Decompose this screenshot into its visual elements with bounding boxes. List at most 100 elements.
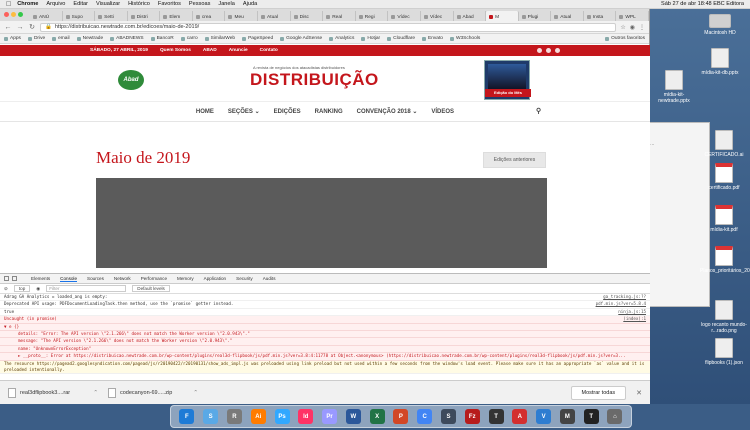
desktop-icon-file[interactable]: mídia-kit-db.pptx	[696, 48, 744, 76]
browser-tab[interactable]: WPL	[616, 11, 649, 21]
browser-tab[interactable]: Distri	[128, 11, 161, 21]
dock-app-premiere[interactable]: Pr	[322, 409, 338, 424]
devtools-tab[interactable]: Memory	[177, 276, 194, 281]
menu-item[interactable]: Pessoas	[189, 1, 210, 7]
bookmark-item[interactable]: W3Schools	[449, 36, 480, 41]
dock-app-powerpoint[interactable]: P	[393, 409, 409, 424]
dock-app-word[interactable]: W	[345, 409, 361, 424]
bookmark-item[interactable]: Newtrade	[76, 36, 103, 41]
nav-convencao[interactable]: CONVENÇÃO 2018 ⌄	[357, 108, 418, 115]
dock-app-excel[interactable]: X	[369, 409, 385, 424]
desktop-icon-file[interactable]: logo recanto mundo-r...rado.png	[700, 300, 748, 334]
address-bar[interactable]: 🔒 https://distribuicao.newtrade.com.br/e…	[40, 22, 617, 32]
previous-editions-button[interactable]: Edições anteriores	[483, 152, 546, 168]
browser-tab[interactable]: Elem	[160, 11, 193, 21]
bookmark-other[interactable]: Outros favoritos	[605, 36, 645, 41]
dock-app-illustrator[interactable]: Ai	[250, 409, 266, 424]
browser-tab[interactable]: Real	[323, 11, 356, 21]
dock-app-filezilla[interactable]: Fz	[464, 409, 480, 424]
bookmark-item[interactable]: PageSpeed	[242, 36, 273, 41]
site-logo[interactable]: DISTRIBUIÇÃO	[250, 70, 379, 90]
bookmark-item[interactable]: Apps	[4, 36, 21, 41]
menu-item[interactable]: Janela	[218, 1, 234, 7]
devtools-tab[interactable]: Elements	[31, 276, 50, 281]
bookmark-item[interactable]: carro	[180, 36, 198, 41]
nav-edicoes[interactable]: EDIÇÕES	[274, 109, 301, 115]
close-icon[interactable]: ✕	[636, 389, 642, 397]
browser-tab[interactable]: Regi	[356, 11, 389, 21]
browser-tab[interactable]: Disc	[291, 11, 324, 21]
console-error-proto[interactable]: ► __proto__: Error at https://distribuic…	[0, 353, 650, 361]
menu-item[interactable]: Ajuda	[243, 1, 257, 7]
apple-icon[interactable]: 	[6, 1, 11, 8]
forward-icon[interactable]: →	[16, 24, 24, 31]
search-icon[interactable]: ⚲	[536, 107, 541, 115]
log-source-link[interactable]: (index):1	[623, 316, 646, 322]
topbar-link[interactable]: ABAD	[203, 48, 217, 53]
menu-item[interactable]: Visualizar	[96, 1, 120, 7]
minimize-window-icon[interactable]	[11, 12, 16, 17]
download-item[interactable]: codecanyon-69.....zip ⌃	[108, 387, 198, 398]
menu-item[interactable]: Editar	[73, 1, 88, 7]
browser-tab-active[interactable]: M	[486, 11, 519, 21]
log-source-link[interactable]: ninja.js:15	[618, 309, 646, 315]
abad-logo[interactable]: Abad	[118, 70, 144, 90]
dock-app-photoshop[interactable]: Ps	[274, 409, 290, 424]
dock-app-trash[interactable]: ⌂	[607, 409, 623, 424]
bookmark-item[interactable]: Google AdSense	[280, 36, 322, 41]
console-error-object[interactable]: ▼ e {}	[0, 323, 650, 332]
dock-app[interactable]: S	[440, 409, 456, 424]
dock-app[interactable]: S	[203, 409, 219, 424]
browser-tab[interactable]: Setti	[95, 11, 128, 21]
download-item[interactable]: real3dflipbook3....rar ⌃	[8, 387, 98, 398]
console-filter-input[interactable]: Filter	[46, 285, 127, 292]
log-source-link[interactable]: pdf.min.js?ver=5.8.4	[596, 301, 646, 307]
topbar-link[interactable]: Anuncie	[229, 48, 248, 53]
browser-tab[interactable]: Plugi	[519, 11, 552, 21]
bookmark-item[interactable]: ABADNEWS	[110, 36, 144, 41]
bookmark-item[interactable]: Cloudflare	[387, 36, 415, 41]
devtools-tab[interactable]: Network	[114, 276, 131, 281]
chevron-up-icon[interactable]: ⌃	[93, 390, 98, 396]
browser-tab[interactable]: Meu	[225, 11, 259, 21]
dock-app[interactable]: R	[226, 409, 242, 424]
menu-item[interactable]: Favoritos	[158, 1, 181, 7]
log-levels-select[interactable]: Default levels	[132, 285, 170, 292]
dock-app-acrobat[interactable]: A	[512, 409, 528, 424]
browser-tab[interactable]: Atual	[551, 11, 584, 21]
topbar-link[interactable]: Quem Somos	[160, 48, 191, 53]
browser-tab[interactable]: crea	[193, 11, 226, 21]
nav-secoes[interactable]: SEÇÕES ⌄	[228, 108, 260, 115]
devtools-tab[interactable]: Security	[236, 276, 253, 281]
devtools-tab[interactable]: Application	[204, 276, 226, 281]
clear-console-icon[interactable]: ⊘	[4, 286, 8, 292]
menu-item[interactable]: Arquivo	[46, 1, 65, 7]
desktop-icon-pdf[interactable]: certificado.pdf	[700, 163, 748, 191]
profile-icon[interactable]	[555, 48, 560, 53]
desktop-icon-pdf[interactable]: mídia-kit.pdf	[700, 205, 748, 233]
facebook-icon[interactable]	[537, 48, 542, 53]
zoom-window-icon[interactable]	[18, 12, 23, 17]
desktop-icon-file[interactable]: mídia-kit-newtrade.pptx	[650, 70, 698, 104]
log-source-link[interactable]: ga_tracking.js:??	[603, 294, 646, 300]
devtools-tab-active[interactable]: Console	[60, 276, 78, 282]
menu-dots-icon[interactable]: ⋮	[639, 24, 645, 31]
star-icon[interactable]: ☆	[620, 24, 625, 31]
topbar-link[interactable]: Contato	[260, 48, 278, 53]
desktop-icon-file[interactable]: CERTIFICADO.ai	[700, 130, 748, 158]
devtools-tab[interactable]: Performance	[141, 276, 167, 281]
browser-tab[interactable]: Insta	[584, 11, 617, 21]
show-all-downloads-button[interactable]: Mostrar todas	[570, 385, 627, 400]
close-window-icon[interactable]	[4, 12, 9, 17]
dock-app-indesign[interactable]: Id	[298, 409, 314, 424]
dock-app-finder[interactable]: F	[179, 409, 195, 424]
nav-ranking[interactable]: RANKING	[315, 109, 343, 115]
browser-tab[interactable]: ANÚ	[30, 11, 63, 21]
device-icon[interactable]	[12, 276, 17, 281]
back-icon[interactable]: ←	[4, 24, 12, 31]
inspect-icon[interactable]	[4, 276, 9, 281]
dock-app-terminal[interactable]: T	[583, 409, 599, 424]
magazine-cover[interactable]: Edição do Mês	[484, 60, 531, 100]
bookmark-item[interactable]: Envato	[422, 36, 443, 41]
chevron-up-icon[interactable]: ⌃	[193, 390, 198, 396]
